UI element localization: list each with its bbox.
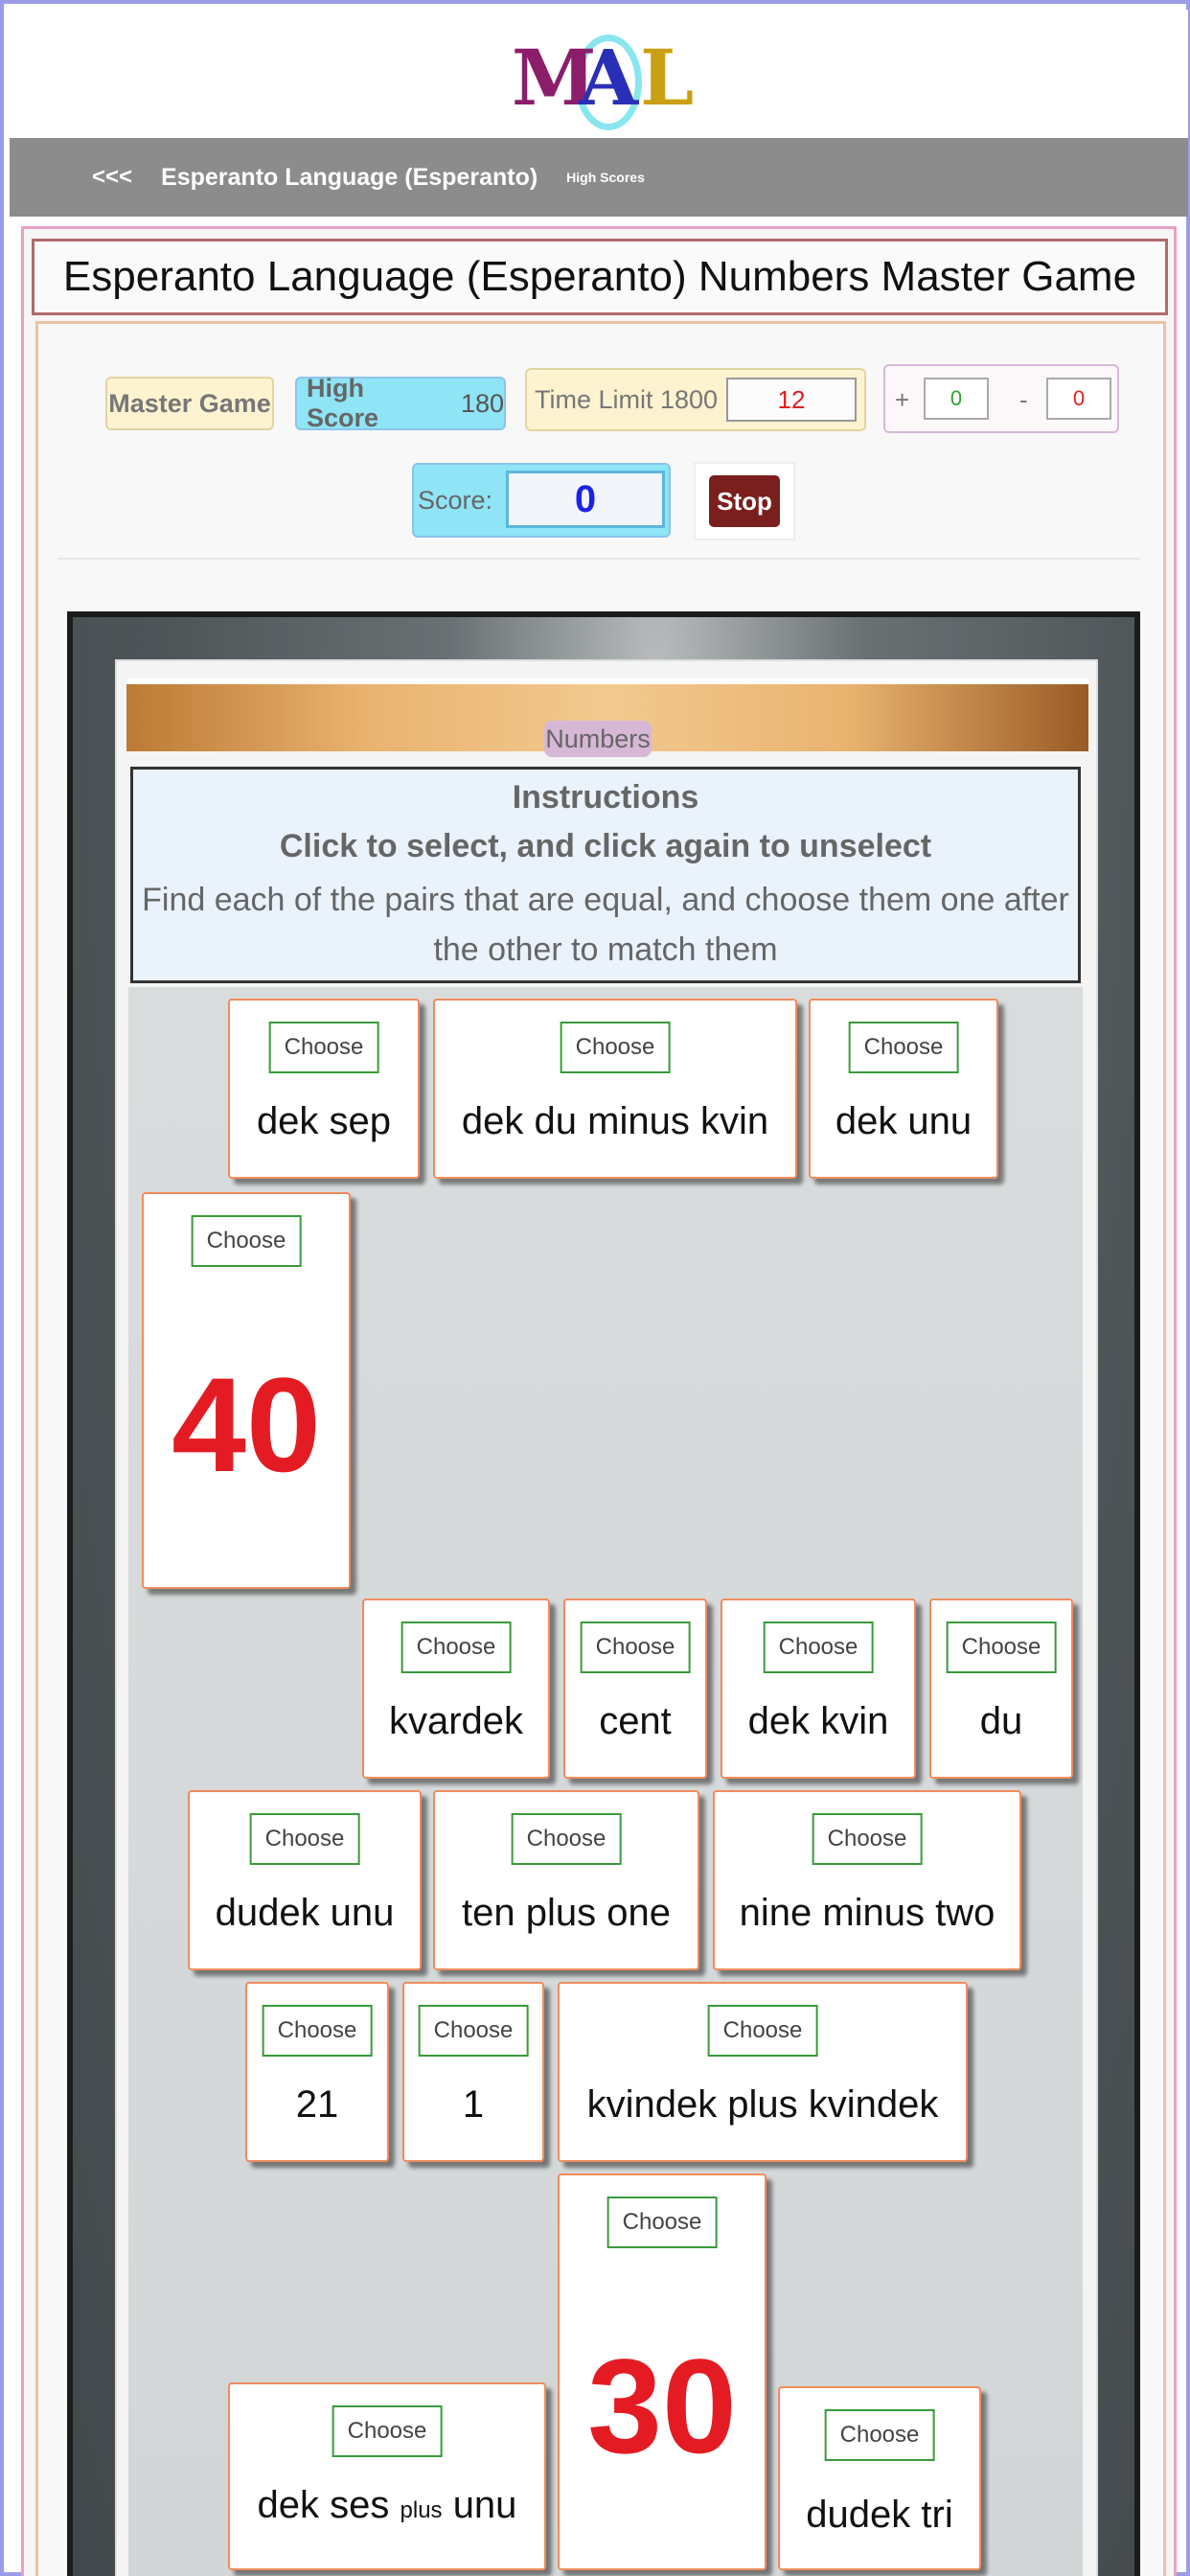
correct-count: 0: [924, 378, 989, 420]
choose-button[interactable]: Choose: [268, 1022, 379, 1073]
time-limit-label: Time Limit 1800: [535, 384, 719, 414]
card-text: kvardek: [388, 1700, 524, 1742]
score-value: 0: [506, 471, 665, 528]
choose-button[interactable]: Choose: [249, 1813, 360, 1865]
card-text: 21: [295, 2083, 339, 2126]
choose-button[interactable]: Choose: [191, 1215, 302, 1267]
card[interactable]: Choose dek du minus kvin: [433, 999, 797, 1179]
choose-button[interactable]: Choose: [812, 1813, 923, 1865]
card[interactable]: Choose 30: [558, 2174, 767, 2570]
card[interactable]: Choose kvardek: [362, 1598, 550, 1779]
instructions-box: Instructions Click to select, and click …: [130, 767, 1081, 983]
card-text-part: dek ses: [257, 2484, 390, 2526]
high-score-value: 180: [460, 388, 504, 418]
choose-button[interactable]: Choose: [332, 2405, 443, 2457]
choose-button[interactable]: Choose: [606, 2196, 718, 2248]
card-text: cent: [599, 1700, 672, 1742]
choose-button[interactable]: Choose: [511, 1813, 622, 1865]
card[interactable]: Choose dek sep: [228, 999, 420, 1179]
master-game-badge: Master Game: [105, 377, 274, 430]
card-text: kvindek plus kvindek: [586, 2083, 939, 2126]
card-text: du: [979, 1700, 1023, 1742]
card-text: dek du minus kvin: [461, 1100, 769, 1142]
header: M A L: [10, 10, 1188, 138]
card[interactable]: Choose ten plus one: [433, 1790, 699, 1970]
card[interactable]: Choose kvindek plus kvindek: [558, 1982, 968, 2162]
card-text: 1: [462, 2083, 485, 2126]
card[interactable]: Choose 40: [142, 1192, 351, 1589]
board-inner: Numbers Instructions Click to select, an…: [115, 659, 1098, 2576]
time-limit-badge: Time Limit 1800 12: [525, 368, 866, 431]
stop-wrapper: Stop: [694, 462, 795, 540]
choose-button[interactable]: Choose: [560, 1022, 671, 1073]
card-text: dek unu: [835, 1100, 973, 1142]
card[interactable]: Choose dek kvin: [721, 1598, 916, 1779]
card-text-part: unu: [452, 2484, 517, 2526]
score-badge: Score: 0: [412, 463, 671, 538]
instructions-body: Find each of the pairs that are equal, a…: [142, 882, 1069, 968]
logo-letter-l: L: [640, 33, 695, 123]
game-board: Numbers Instructions Click to select, an…: [67, 611, 1140, 2576]
card-text: nine minus two: [739, 1892, 995, 1934]
instructions-subtitle: Click to select, and click again to unse…: [279, 828, 932, 864]
stop-button[interactable]: Stop: [709, 475, 780, 527]
choose-button[interactable]: Choose: [418, 2005, 529, 2057]
choose-button[interactable]: Choose: [763, 1622, 874, 1673]
card[interactable]: Choose 1: [402, 1982, 544, 2162]
card[interactable]: Choose dudek tri: [778, 2386, 981, 2570]
category-bar: Numbers: [126, 678, 1088, 757]
logo-letter-a: A: [579, 33, 639, 123]
high-score-badge: High Score 180: [295, 374, 506, 432]
card-big-number: 40: [172, 1349, 321, 1500]
choose-button[interactable]: Choose: [580, 1622, 691, 1673]
back-link[interactable]: <<<: [92, 164, 132, 191]
card[interactable]: Choose dudek unu: [188, 1790, 422, 1970]
choose-button[interactable]: Choose: [400, 1622, 512, 1673]
high-score-label: High Score: [307, 374, 379, 432]
plus-minus-counter: + 0 - 0: [883, 364, 1119, 433]
card[interactable]: Choose 21: [245, 1982, 389, 2162]
score-label: Score:: [418, 485, 493, 515]
minus-sign: -: [1019, 385, 1028, 414]
main-content: Esperanto Language (Esperanto) Numbers M…: [21, 226, 1177, 2576]
card[interactable]: Choose dek unu: [809, 999, 998, 1179]
choose-button[interactable]: Choose: [848, 1022, 959, 1073]
app-frame: M A L <<< Esperanto Language (Esperanto)…: [0, 0, 1190, 2576]
choose-button[interactable]: Choose: [707, 2005, 818, 2057]
card-text: ten plus one: [462, 1892, 671, 1934]
divider: [57, 558, 1140, 560]
card-big-number: 30: [587, 2331, 737, 2481]
card-text: dudek unu: [215, 1892, 395, 1934]
page-title: Esperanto Language (Esperanto) Numbers M…: [32, 239, 1168, 315]
card-text: dek kvin: [747, 1700, 889, 1742]
choose-button[interactable]: Choose: [824, 2409, 935, 2461]
choose-button[interactable]: Choose: [946, 1622, 1057, 1673]
mal-logo[interactable]: M A L: [508, 25, 699, 130]
card[interactable]: Choose du: [929, 1598, 1073, 1779]
language-link[interactable]: Esperanto Language (Esperanto): [161, 164, 538, 192]
plus-sign: +: [895, 385, 910, 414]
category-label: Numbers: [544, 721, 652, 757]
card[interactable]: Choose cent: [563, 1598, 707, 1779]
card[interactable]: Choose dek ses plus unu: [228, 2382, 546, 2570]
instructions-title: Instructions: [512, 779, 699, 816]
wrong-count: 0: [1046, 378, 1111, 420]
high-scores-link[interactable]: High Scores: [566, 170, 645, 185]
card-text: dek sep: [256, 1100, 392, 1142]
card[interactable]: Choose nine minus two: [713, 1790, 1021, 1970]
nav-bar: <<< Esperanto Language (Esperanto) High …: [10, 138, 1188, 217]
card-area: Choose dek sep Choose dek du minus kvin …: [128, 987, 1083, 2576]
card-text: dek ses plus unu: [230, 2484, 544, 2527]
time-counter: 12: [726, 378, 857, 422]
card-text: dudek tri: [806, 2494, 953, 2536]
card-text-small: plus: [400, 2497, 443, 2523]
choose-button[interactable]: Choose: [262, 2005, 373, 2057]
game-panel: Master Game High Score 180 Time Limit 18…: [35, 321, 1166, 2576]
